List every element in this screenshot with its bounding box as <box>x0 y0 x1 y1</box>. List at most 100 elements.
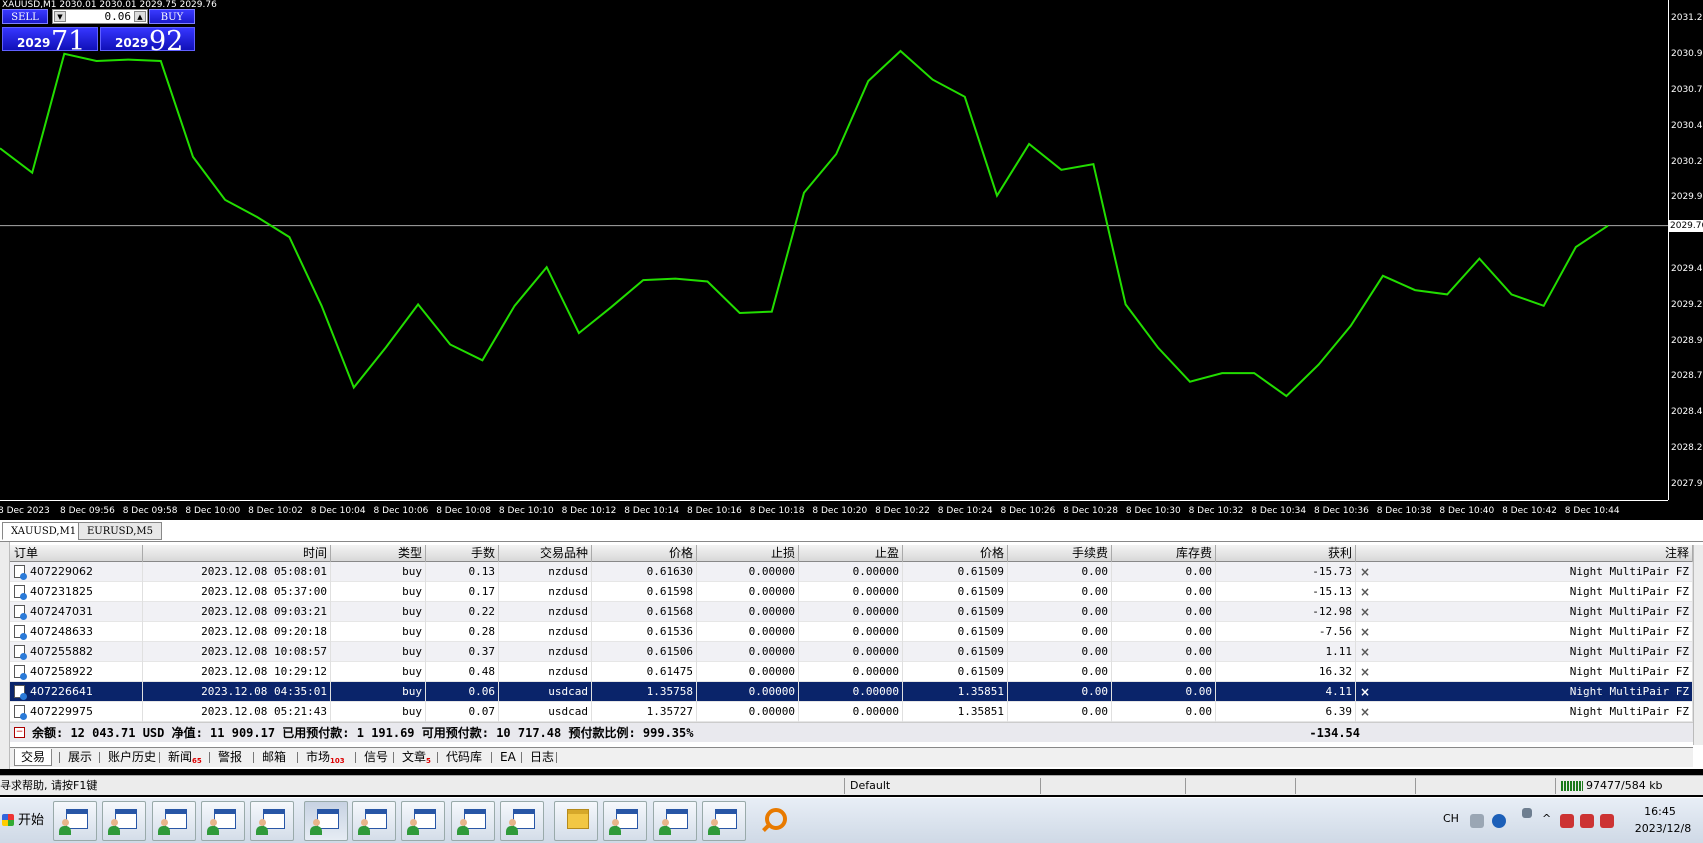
taskbar-terminal-app[interactable] <box>53 801 97 841</box>
lot-size-input[interactable]: ▼ 0.06 ▲ <box>52 9 148 24</box>
terminal-tab[interactable]: 警报 <box>212 749 248 766</box>
ask-price-button[interactable]: 2029 92 <box>100 26 195 57</box>
column-header[interactable]: 价格 <box>903 545 1008 562</box>
order-cell-comment: Night MultiPair FZ <box>1375 622 1693 642</box>
volume-icon[interactable] <box>1580 814 1594 828</box>
terminal-tab[interactable]: 账户历史 <box>102 749 162 766</box>
order-row[interactable]: 407255882 2023.12.08 10:08:57 buy 0.37 nzdus… <box>10 642 1693 662</box>
chart-tab-xauusd[interactable]: XAUUSD,M1 <box>2 522 86 540</box>
taskbar-terminal-app[interactable] <box>702 801 746 841</box>
order-cell-lots: 0.06 <box>426 682 499 702</box>
lot-increase-icon[interactable]: ▲ <box>134 11 146 22</box>
orders-scrollbar[interactable] <box>1693 545 1703 745</box>
order-row[interactable]: 407258922 2023.12.08 10:29:12 buy 0.48 nzdus… <box>10 662 1693 682</box>
order-cell-order: 407248633 <box>10 622 143 642</box>
order-cell-comm: 0.00 <box>1008 682 1112 702</box>
bid-price-button[interactable]: 2029 71 <box>2 26 98 57</box>
order-cell-sl: 0.00000 <box>697 642 799 662</box>
order-cell-price: 1.35727 <box>592 702 697 722</box>
taskbar-terminal-app[interactable] <box>352 801 396 841</box>
column-header[interactable]: 注释 <box>1375 545 1693 562</box>
taskbar-folder-app[interactable] <box>554 801 598 841</box>
keyboard-icon[interactable] <box>1470 814 1484 828</box>
order-cell-price: 0.61568 <box>592 602 697 622</box>
order-row[interactable]: 407229062 2023.12.08 05:08:01 buy 0.13 nzdus… <box>10 562 1693 582</box>
start-button[interactable]: 开始 <box>0 806 44 836</box>
column-header[interactable]: 交易品种 <box>499 545 592 562</box>
order-row[interactable]: 407231825 2023.12.08 05:37:00 buy 0.17 nzdus… <box>10 582 1693 602</box>
column-header[interactable]: 手数 <box>426 545 499 562</box>
summary-expand-icon[interactable]: − <box>14 727 25 738</box>
close-order-icon[interactable]: × <box>1359 622 1371 642</box>
order-cell-time: 2023.12.08 10:08:57 <box>143 642 331 662</box>
clock-time[interactable]: 16:45 <box>1630 805 1690 818</box>
order-row[interactable]: 407226641 2023.12.08 04:35:01 buy 0.06 usdca… <box>10 682 1693 702</box>
terminal-tab[interactable]: 展示 <box>62 749 98 766</box>
close-order-icon[interactable]: × <box>1359 602 1371 622</box>
one-click-trading-panel: SELL ▼ 0.06 ▲ BUY 2029 71 2029 92 <box>2 9 195 57</box>
close-order-icon[interactable]: × <box>1359 562 1371 582</box>
order-cell-order: 407231825 <box>10 582 143 602</box>
taskbar-terminal-app[interactable] <box>102 801 146 841</box>
terminal-tab[interactable]: 市场103 <box>300 749 351 766</box>
terminal-tab[interactable]: 日志 <box>524 749 560 766</box>
taskbar-terminal-app[interactable] <box>401 801 445 841</box>
close-order-icon[interactable]: × <box>1359 642 1371 662</box>
close-order-icon[interactable]: × <box>1359 682 1371 702</box>
time-tick-label: 8 Dec 10:32 <box>1188 506 1244 516</box>
terminal-tab[interactable]: 信号 <box>358 749 394 766</box>
price-chart[interactable]: XAUUSD,M1 2030.01 2030.01 2029.75 2029.7… <box>0 0 1703 520</box>
taskbar-terminal-app[interactable] <box>250 801 294 841</box>
order-cell-comm: 0.00 <box>1008 562 1112 582</box>
column-header[interactable]: 获利 <box>1216 545 1356 562</box>
terminal-tab[interactable]: 新闻65 <box>162 749 208 766</box>
order-cell-time: 2023.12.08 05:37:00 <box>143 582 331 602</box>
lot-decrease-icon[interactable]: ▼ <box>54 11 66 22</box>
order-cell-symbol: usdcad <box>499 682 592 702</box>
taskbar-terminal-app[interactable] <box>304 801 348 841</box>
user-icon <box>59 819 71 835</box>
taskbar-terminal-app[interactable] <box>500 801 544 841</box>
terminal-tab[interactable]: 邮箱 <box>256 749 292 766</box>
order-row[interactable]: 407229975 2023.12.08 05:21:43 buy 0.07 usdca… <box>10 702 1693 722</box>
status-profile[interactable]: Default <box>850 778 890 794</box>
column-header[interactable]: 止损 <box>697 545 799 562</box>
taskbar-terminal-app[interactable] <box>451 801 495 841</box>
order-row[interactable]: 407247031 2023.12.08 09:03:21 buy 0.22 nzdus… <box>10 602 1693 622</box>
taskbar-terminal-app[interactable] <box>152 801 196 841</box>
search-icon[interactable] <box>761 808 787 834</box>
window-switch-icon[interactable] <box>1522 808 1532 818</box>
close-order-icon[interactable]: × <box>1359 662 1371 682</box>
column-header[interactable]: 时间 <box>143 545 331 562</box>
column-header[interactable]: 库存费 <box>1112 545 1216 562</box>
language-indicator[interactable]: CH <box>1443 812 1459 825</box>
close-order-icon[interactable]: × <box>1359 582 1371 602</box>
chart-tab-eurusd[interactable]: EURUSD,M5 <box>78 522 162 540</box>
column-header[interactable]: 类型 <box>331 545 426 562</box>
help-icon[interactable] <box>1492 814 1506 828</box>
terminal-tab[interactable]: 代码库 <box>440 749 488 766</box>
order-cell-comm: 0.00 <box>1008 622 1112 642</box>
security-icon[interactable] <box>1600 814 1614 828</box>
clock-date[interactable]: 2023/12/8 <box>1628 822 1698 835</box>
terminal-tab[interactable]: 文章5 <box>396 749 437 766</box>
order-cell-tp: 0.00000 <box>799 562 903 582</box>
order-row[interactable]: 407248633 2023.12.08 09:20:18 buy 0.28 nzdus… <box>10 622 1693 642</box>
column-header[interactable]: 订单 <box>10 545 143 562</box>
column-header[interactable]: 止盈 <box>799 545 903 562</box>
taskbar-terminal-app[interactable] <box>201 801 245 841</box>
network-icon[interactable] <box>1560 814 1574 828</box>
taskbar-terminal-app[interactable] <box>653 801 697 841</box>
terminal-tab[interactable]: EA <box>494 749 522 766</box>
terminal-tab[interactable]: 交易 <box>14 749 53 766</box>
close-order-icon[interactable]: × <box>1359 702 1371 722</box>
column-header[interactable]: 手续费 <box>1008 545 1112 562</box>
buy-button[interactable]: BUY <box>149 9 195 24</box>
time-tick-label: 8 Dec 10:18 <box>749 506 805 516</box>
taskbar-terminal-app[interactable] <box>603 801 647 841</box>
tray-expand-icon[interactable]: ^ <box>1542 812 1551 825</box>
column-header[interactable]: 价格 <box>592 545 697 562</box>
sell-button[interactable]: SELL <box>2 9 48 24</box>
order-cell-tp: 0.00000 <box>799 662 903 682</box>
time-tick-label: 8 Dec 10:16 <box>687 506 742 516</box>
